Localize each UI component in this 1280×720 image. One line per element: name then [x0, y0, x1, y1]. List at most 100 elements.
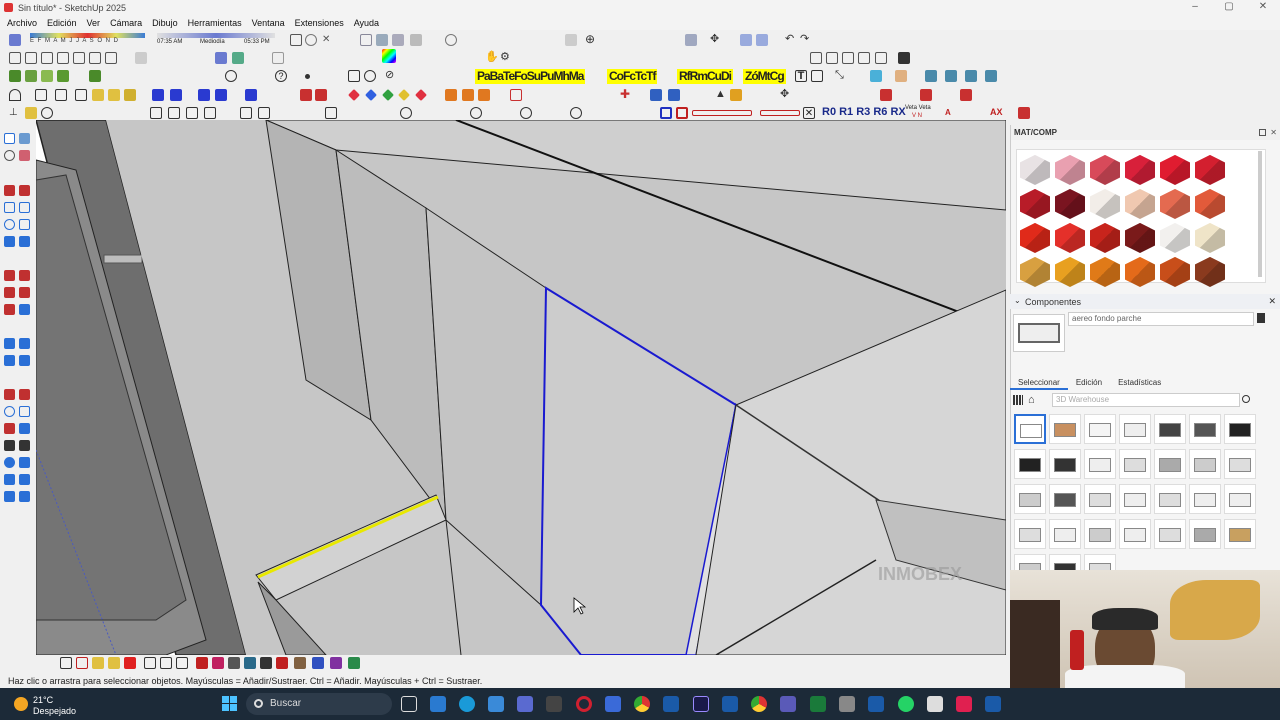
red-rect-icon[interactable] [692, 110, 752, 116]
view-box-icon[interactable] [168, 107, 180, 119]
rotated-rect-icon[interactable] [19, 202, 30, 213]
rainbow-palette-icon[interactable] [382, 49, 396, 63]
section-icon[interactable] [150, 107, 162, 119]
yellow-toolbar-1[interactable]: PaBaTeFoSuPuMhMa [475, 69, 586, 84]
scale-tool-icon[interactable] [4, 304, 15, 315]
tool-ax-icon[interactable]: AX [990, 107, 1003, 119]
diamond-blue-icon[interactable] [365, 89, 377, 101]
blue-tool-icon-4[interactable] [215, 89, 227, 101]
bottom-tool-1-icon[interactable] [60, 657, 72, 669]
solid-icon[interactable] [392, 34, 404, 46]
walk-icon[interactable] [520, 107, 532, 119]
component-thumbnail[interactable] [1189, 414, 1221, 444]
tab-estadisticas[interactable]: Estadísticas [1110, 376, 1169, 390]
circle-draw-icon[interactable] [4, 219, 15, 230]
export-icon[interactable] [842, 52, 854, 64]
component-thumbnail[interactable] [1119, 519, 1151, 549]
yellow-toolbar-3[interactable]: RfRmCuDi [677, 69, 733, 84]
grid-view-icon-2[interactable] [258, 107, 270, 119]
paint-style-icon[interactable] [272, 52, 284, 64]
red-panel-icon[interactable] [880, 89, 892, 101]
blue-tool-icon-3[interactable] [198, 89, 210, 101]
component-green-icon[interactable] [9, 70, 21, 82]
close-x-icon[interactable]: ✕ [322, 34, 334, 46]
component-thumbnail[interactable] [1154, 519, 1186, 549]
walk-tool-icon[interactable] [4, 440, 15, 451]
panel-icon[interactable] [55, 89, 67, 101]
view-box-icon-2[interactable] [186, 107, 198, 119]
chrome-icon[interactable] [634, 696, 650, 712]
bottom-tool-5-icon[interactable] [124, 657, 136, 669]
red-tool-icon[interactable] [300, 89, 312, 101]
menu-herramientas[interactable]: Herramientas [188, 18, 242, 28]
xray-icon[interactable] [232, 52, 244, 64]
move-icon[interactable]: ✥ [710, 34, 722, 46]
tab-edicion[interactable]: Edición [1068, 376, 1110, 390]
component-thumbnail[interactable] [1154, 449, 1186, 479]
text-label-icon[interactable] [19, 355, 30, 366]
scenes-icon[interactable] [826, 52, 838, 64]
move-tool-icon[interactable] [4, 270, 15, 281]
warning-icon[interactable]: ▲ [715, 89, 727, 101]
bottom-tool-12-icon[interactable] [244, 657, 256, 669]
blue-square-icon[interactable] [660, 107, 672, 119]
blue-grid-icon[interactable] [650, 89, 662, 101]
close-section-icon[interactable]: ✕ [803, 107, 815, 119]
zoom-tool-icon[interactable] [4, 406, 15, 417]
menu-archivo[interactable]: Archivo [7, 18, 37, 28]
orange-tool-icon-2[interactable] [462, 89, 474, 101]
sketchup-icon-4[interactable] [985, 696, 1001, 712]
component-thumbnail[interactable] [1119, 484, 1151, 514]
red-panel-icon-2[interactable] [920, 89, 932, 101]
bottom-tool-17-icon[interactable] [330, 657, 342, 669]
premiere-icon[interactable] [693, 696, 709, 712]
position-camera-icon[interactable] [19, 440, 30, 451]
file-explorer-icon[interactable] [430, 696, 446, 712]
task-view-icon[interactable] [401, 696, 417, 712]
text-tool-icon[interactable]: T [795, 70, 807, 82]
red-panel-icon-3[interactable] [960, 89, 972, 101]
component-thumbnail[interactable] [1014, 484, 1046, 514]
protractor-tool-icon[interactable] [4, 355, 15, 366]
component-thumbnail[interactable] [1189, 484, 1221, 514]
orbit-tool-icon[interactable] [4, 389, 15, 400]
previous-view-icon[interactable] [19, 423, 30, 434]
bottom-tool-10-icon[interactable] [212, 657, 224, 669]
component-thumbnail[interactable] [1224, 414, 1256, 444]
warehouse-search-icon[interactable] [1242, 395, 1250, 403]
component-icon-2[interactable] [25, 70, 37, 82]
toolbar-icon-d[interactable] [985, 70, 997, 82]
menu-ventana[interactable]: Ventana [252, 18, 285, 28]
cut-icon[interactable] [57, 52, 69, 64]
components-close-icon[interactable]: ✕ [1268, 296, 1276, 307]
component-thumbnail[interactable] [1049, 414, 1081, 444]
line-tool-icon[interactable] [4, 185, 15, 196]
component-thumbnail[interactable] [1119, 449, 1151, 479]
mail-icon[interactable] [488, 696, 504, 712]
component-details-icon[interactable] [1257, 313, 1265, 323]
component-thumbnail[interactable] [1049, 449, 1081, 479]
help-icon[interactable]: ? [275, 70, 287, 82]
sandbox-tool-icon-4[interactable] [19, 491, 30, 502]
freehand-icon[interactable] [19, 185, 30, 196]
orange-tool-icon[interactable] [445, 89, 457, 101]
select-tool-icon[interactable] [9, 34, 21, 46]
undo-icon[interactable]: ↶ [785, 34, 797, 46]
component-thumbnail[interactable] [1049, 484, 1081, 514]
bottom-tool-16-icon[interactable] [312, 657, 324, 669]
eraser-icon[interactable] [895, 70, 907, 82]
component-thumbnail[interactable] [1189, 449, 1221, 479]
app-icon-white[interactable] [927, 696, 943, 712]
arc-draw-icon-2[interactable] [19, 236, 30, 247]
zoom-extents-icon[interactable] [4, 423, 15, 434]
cube-icon[interactable] [376, 34, 388, 46]
arc-draw-icon[interactable] [4, 236, 15, 247]
sandbox-tool-icon-2[interactable] [19, 474, 30, 485]
toolbar-icon-c[interactable] [965, 70, 977, 82]
component-thumbnail[interactable] [1119, 414, 1151, 444]
taskbar-search[interactable]: Buscar [246, 693, 392, 715]
menu-dibujo[interactable]: Dibujo [152, 18, 178, 28]
box-yellow-icon[interactable] [92, 89, 104, 101]
components-header[interactable]: ⌄ Componentes ✕ [1010, 294, 1280, 309]
minimize-button[interactable]: – [1178, 0, 1212, 15]
